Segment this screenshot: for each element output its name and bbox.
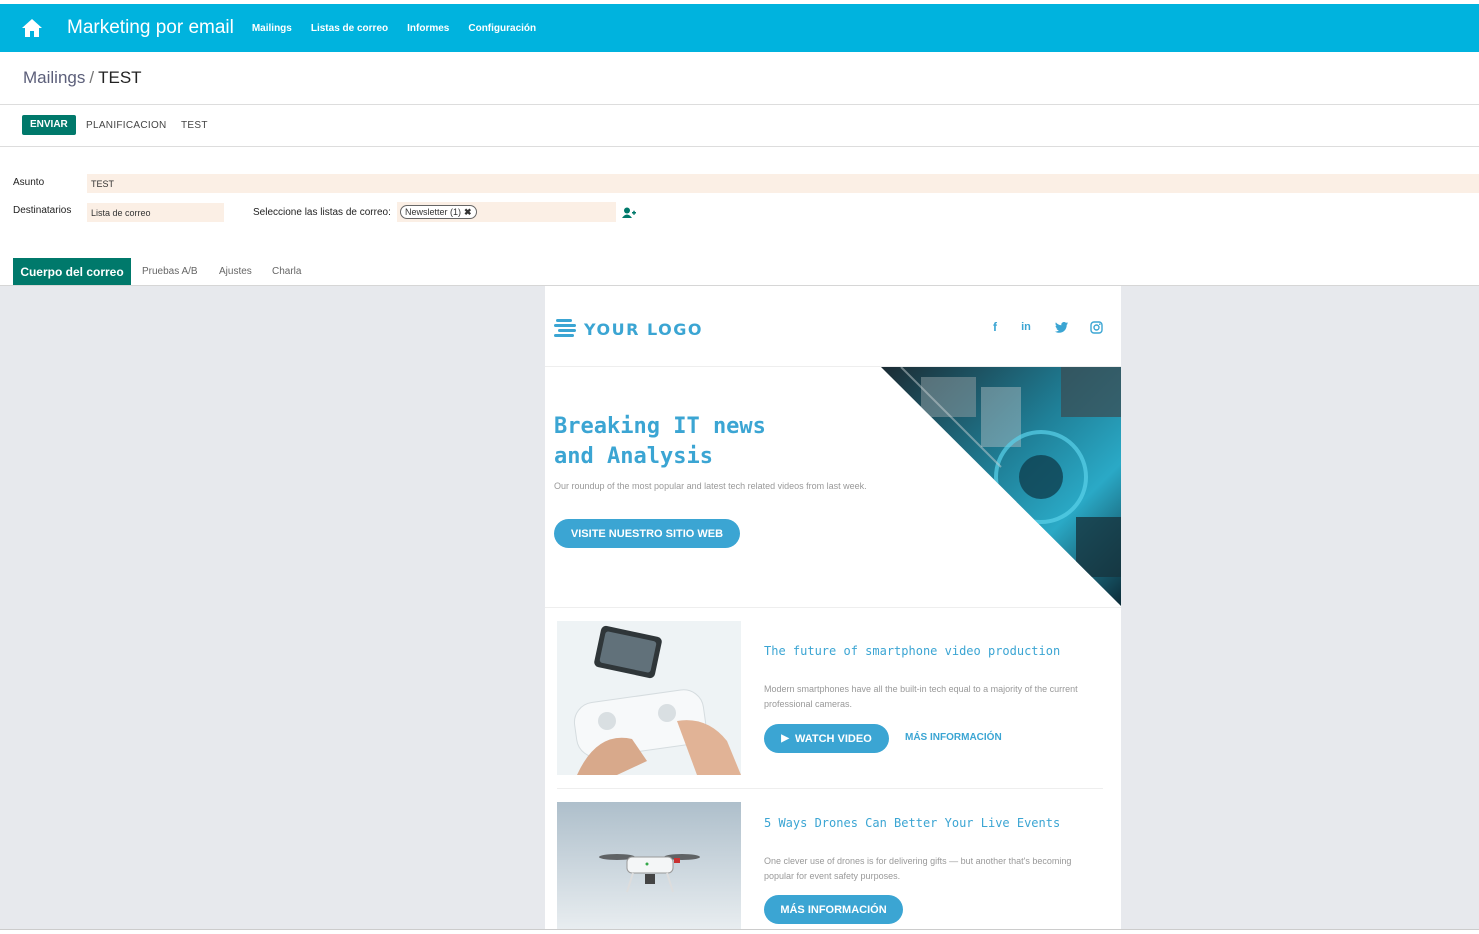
tab-settings[interactable]: Ajustes — [219, 266, 252, 277]
drone-image[interactable] — [557, 802, 741, 929]
card-2-text[interactable]: One clever use of drones is for deliveri… — [764, 854, 1084, 884]
top-navbar: Marketing por email Mailings Listas de c… — [0, 4, 1479, 52]
test-button[interactable]: TEST — [181, 120, 208, 131]
recipients-value: Lista de correo — [91, 207, 151, 218]
linkedin-icon[interactable]: in — [1019, 320, 1033, 334]
recipients-select[interactable]: Lista de correo — [87, 203, 224, 222]
mailing-lists-field[interactable]: Newsletter (1) ✖ — [397, 202, 616, 222]
email-template[interactable]: YOUR LOGO f in Breaking IT news and Anal… — [545, 286, 1121, 929]
list-tag[interactable]: Newsletter (1) ✖ — [400, 205, 477, 219]
hero-title[interactable]: Breaking IT news and Analysis — [554, 412, 874, 472]
recipients-label: Destinatarios — [13, 205, 72, 216]
hero-subtitle[interactable]: Our roundup of the most popular and late… — [554, 479, 884, 494]
breadcrumb-current: TEST — [98, 68, 142, 87]
breadcrumb: Mailings / TEST — [23, 68, 142, 88]
hero-tech-image[interactable] — [881, 367, 1121, 606]
facebook-icon[interactable]: f — [988, 320, 1002, 334]
nav-item-reports[interactable]: Informes — [407, 23, 449, 34]
subject-field[interactable]: TEST — [87, 174, 1479, 193]
logo-text: YOUR LOGO — [584, 319, 703, 339]
breadcrumb-mailings-link[interactable]: Mailings — [23, 68, 85, 87]
subject-value: TEST — [91, 178, 115, 189]
tab-ab-testing[interactable]: Pruebas A/B — [142, 266, 198, 277]
home-icon[interactable] — [0, 4, 64, 52]
divider — [545, 607, 1121, 608]
divider — [0, 146, 1479, 147]
more-info-link[interactable]: MÁS INFORMACIÓN — [905, 732, 1002, 743]
bottom-divider — [0, 929, 1479, 934]
schedule-button[interactable]: PLANIFICACION — [86, 120, 167, 131]
twitter-icon[interactable] — [1054, 320, 1068, 334]
hero-title-line-1: Breaking IT news — [554, 414, 766, 439]
divider — [0, 104, 1479, 105]
breadcrumb-separator: / — [89, 68, 95, 87]
subject-label: Asunto — [13, 177, 45, 188]
logo: YOUR LOGO — [554, 318, 703, 340]
list-tag-label: Newsletter (1) — [405, 207, 462, 217]
remove-tag-icon[interactable]: ✖ — [464, 207, 472, 218]
send-button[interactable]: ENVIAR — [22, 115, 76, 135]
nav-item-mailing-lists[interactable]: Listas de correo — [311, 23, 388, 34]
mailing-lists-label: Seleccione las listas de correo: — [253, 207, 391, 218]
hero-title-line-2: and Analysis — [554, 444, 713, 469]
add-user-icon[interactable] — [622, 206, 636, 218]
tab-chatter[interactable]: Charla — [272, 266, 301, 277]
more-info-button[interactable]: MÁS INFORMACIÓN — [764, 895, 903, 924]
visit-website-button[interactable]: VISITE NUESTRO SITIO WEB — [554, 519, 740, 548]
app-title[interactable]: Marketing por email — [67, 17, 234, 39]
watch-video-button[interactable]: ▶ WATCH VIDEO — [764, 724, 889, 753]
card-1-title[interactable]: The future of smartphone video productio… — [764, 643, 1084, 660]
tab-mail-body[interactable]: Cuerpo del correo — [13, 258, 131, 285]
nav-item-mailings[interactable]: Mailings — [252, 23, 292, 34]
instagram-icon[interactable] — [1089, 320, 1103, 334]
card-1-text[interactable]: Modern smartphones have all the built-in… — [764, 682, 1084, 712]
logo-icon — [554, 319, 576, 337]
watch-video-label: WATCH VIDEO — [794, 732, 872, 745]
card-2-title[interactable]: 5 Ways Drones Can Better Your Live Event… — [764, 815, 1084, 832]
nav-item-configuration[interactable]: Configuración — [468, 23, 536, 34]
drone-controller-image[interactable] — [557, 621, 741, 775]
play-icon: ▶ — [781, 733, 789, 744]
divider — [557, 788, 1103, 789]
